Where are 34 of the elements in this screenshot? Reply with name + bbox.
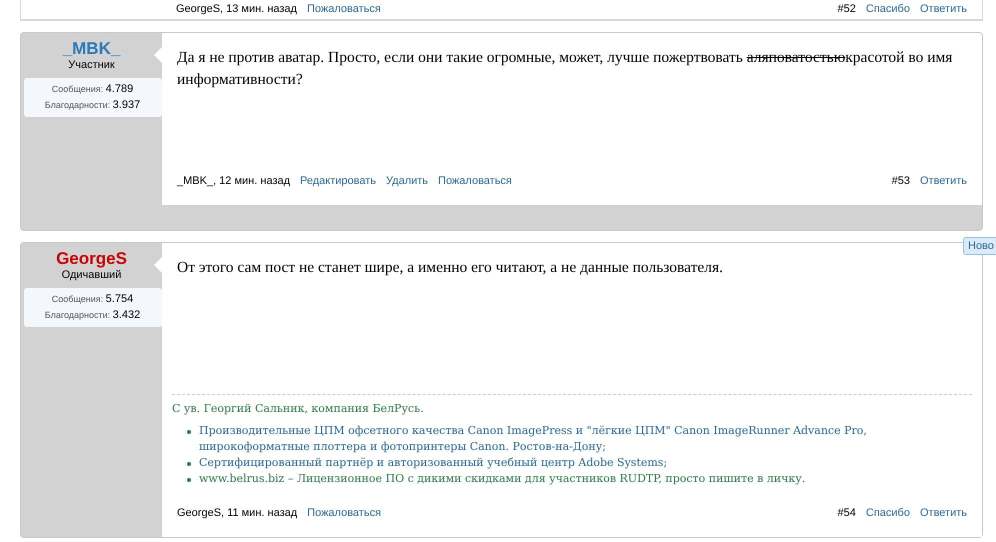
post-action-link[interactable]: Спасибо [866,504,910,521]
new-tab-button[interactable]: Ново [963,237,996,255]
post-action-link[interactable]: Ответить [920,172,967,189]
post-text: От этого сам пост не станет шире, а именно его читают, а не данные пользователя. [177,258,724,278]
user-stat: Благодарности: 3.937 [44,98,140,113]
post-author-time: _MBK_, 12 мин. назад [177,174,290,188]
signature-title: С ув. Георгий Сальник, компания БелРусь. [172,400,425,416]
post-text: Да я не против аватар. Просто, если они такие огромные, может, лучше пожертвовать аляповатостьюкрасотой во имя информативности? [177,48,954,90]
signature-line: Сертифицированный партнёр и авторизованный учебный центр Adobe Systems; [199,454,668,470]
post-action-link[interactable]: Удалить [386,172,428,189]
user-stat: Сообщения: 4.789 [52,82,134,97]
user-role: Одичавший [62,269,122,282]
signature-line: www.belrus.biz – Лицензионное ПО с дикими скидками для участников RUDTP, просто пишите в личку. [199,470,806,486]
post-number: #52 [838,2,856,17]
user-stat: Сообщения: 5.754 [52,292,134,307]
bullet-icon [187,478,191,482]
post-action-link[interactable]: Пожаловаться [307,504,382,521]
post-action-link[interactable]: Спасибо [866,1,910,18]
post-number: #53 [892,174,910,188]
post-action-link[interactable]: Ответить [920,1,967,18]
signature-line: Производительные ЦПМ офсетного качества Canon ImagePress и "лёгкие ЦПМ" Canon ImageRunner Advance Pro, широкоформатные плоттера и фотопринтеры Canon. Ростов-на-Дону; [199,422,868,454]
post-action-link[interactable]: Редактировать [300,172,376,189]
post-author-time: GeorgeS, 13 мин. назад [176,2,297,17]
post-author-time: GeorgeS, 11 мин. назад [177,506,298,520]
username[interactable]: _MBK_ [62,39,120,59]
post-action-link[interactable]: Пожаловаться [306,1,381,18]
user-stat: Благодарности: 3.432 [44,308,140,323]
username[interactable]: GeorgeS [56,249,127,269]
bullet-icon [187,462,191,466]
bullet-icon [187,430,191,434]
user-role: Участник [68,59,115,72]
post-action-link[interactable]: Ответить [920,504,967,521]
post-number: #54 [838,506,856,520]
post-action-link[interactable]: Пожаловаться [438,172,512,189]
